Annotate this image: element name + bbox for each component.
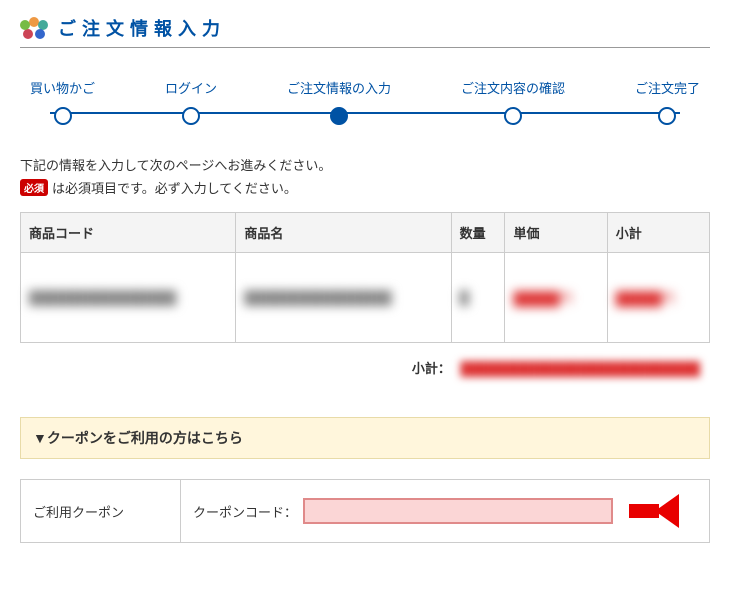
item-subtotal: █████円 <box>607 253 709 343</box>
step-login: ログイン <box>165 78 217 125</box>
step-order-info: ご注文情報の入力 <box>287 78 391 125</box>
item-table-header-row: 商品コード 商品名 数量 単価 小計 <box>21 213 710 253</box>
coupon-code-cell: クーポンコード： <box>181 480 710 543</box>
item-qty: █ <box>451 253 505 343</box>
highlight-arrow-icon <box>619 494 679 528</box>
item-price: █████円 <box>505 253 607 343</box>
col-header-code: 商品コード <box>21 213 236 253</box>
col-header-qty: 数量 <box>451 213 505 253</box>
item-row: ████████████████ ████████████████ █ ████… <box>21 253 710 343</box>
step-label: ご注文完了 <box>635 78 700 97</box>
col-header-price: 単価 <box>505 213 607 253</box>
step-circle-active <box>330 107 348 125</box>
item-code: ████████████████ <box>21 253 236 343</box>
step-label: ご注文内容の確認 <box>461 78 565 97</box>
step-circle <box>504 107 522 125</box>
step-circle <box>54 107 72 125</box>
item-table: 商品コード 商品名 数量 単価 小計 ████████████████ ████… <box>20 212 710 343</box>
coupon-section-header[interactable]: ▼クーポンをご利用の方はこちら <box>20 417 710 459</box>
required-badge: 必須 <box>20 179 48 196</box>
required-text: は必須項目です。必ず入力してください。 <box>52 178 297 197</box>
step-label: ログイン <box>165 78 217 97</box>
logo-icon <box>20 17 48 39</box>
subtotal-label: 小計： <box>412 361 451 376</box>
item-name: ████████████████ <box>236 253 451 343</box>
step-complete: ご注文完了 <box>635 78 700 125</box>
coupon-section-label: ご利用クーポン <box>21 480 181 543</box>
step-circle <box>182 107 200 125</box>
coupon-table: ご利用クーポン クーポンコード： <box>20 479 710 543</box>
required-instruction: 必須 は必須項目です。必ず入力してください。 <box>20 178 710 197</box>
step-confirm: ご注文内容の確認 <box>461 78 565 125</box>
step-label: 買い物かご <box>30 78 95 97</box>
step-cart: 買い物かご <box>30 78 95 125</box>
subtotal-row: 小計： ██████████████████████████ <box>20 358 710 377</box>
step-label: ご注文情報の入力 <box>287 78 391 97</box>
coupon-code-input[interactable] <box>303 498 613 524</box>
col-header-name: 商品名 <box>236 213 451 253</box>
col-header-subtotal: 小計 <box>607 213 709 253</box>
checkout-progress: 買い物かご ログイン ご注文情報の入力 ご注文内容の確認 ご注文完了 <box>30 78 700 125</box>
coupon-code-label: クーポンコード： <box>193 502 297 521</box>
step-circle <box>658 107 676 125</box>
page-title: ご注文情報入力 <box>20 15 710 48</box>
coupon-row: ご利用クーポン クーポンコード： <box>21 480 710 543</box>
instruction-text: 下記の情報を入力して次のページへお進みください。 <box>20 155 710 174</box>
page-title-text: ご注文情報入力 <box>58 15 226 41</box>
subtotal-value: ██████████████████████████ <box>455 361 700 376</box>
